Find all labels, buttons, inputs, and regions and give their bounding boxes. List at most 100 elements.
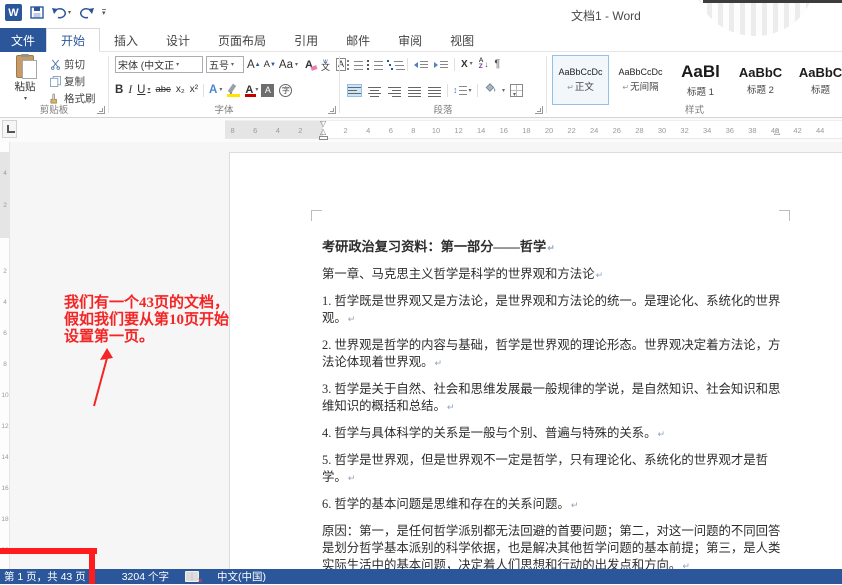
style-item-标题[interactable]: AaBbC标题 [792, 55, 842, 105]
tab-审阅[interactable]: 审阅 [384, 28, 436, 52]
tab-设计[interactable]: 设计 [152, 28, 204, 52]
redo-button[interactable] [79, 7, 94, 19]
character-shading-button[interactable]: A [261, 84, 274, 97]
paragraph[interactable]: 第一章、马克思主义哲学是科学的世界观和方法论↵ [322, 266, 782, 285]
tab-file[interactable]: 文件 [0, 28, 46, 52]
underline-button[interactable]: U [137, 83, 150, 97]
horizontal-ruler[interactable]: ▽ △ △ 8642246810121416182022242628303234… [225, 120, 842, 139]
word-logo-icon[interactable]: W [5, 4, 22, 21]
paragraph[interactable]: 5. 哲学是世界观，但是世界观不一定是哲学，只有理论化、系统化的世界观才是哲学。… [322, 452, 782, 488]
annotation-arrow [86, 348, 118, 410]
borders-button[interactable] [510, 84, 523, 97]
paragraph[interactable]: 1. 哲学既是世界观又是方法论，是世界观和方法论的统一。是理论化、系统化的世界观… [322, 293, 782, 329]
paragraph[interactable]: 2. 世界观是哲学的内容与基础，哲学是世界观的理论形态。世界观决定着方法论，方法… [322, 337, 782, 373]
style-item-无间隔[interactable]: AaBbCcDc↵无间隔 [612, 55, 669, 105]
paragraph-separator [407, 58, 408, 71]
paragraph[interactable]: 3. 哲学是关于自然、社会和思维发展最一般规律的学说，是自然知识、社会知识和思维… [322, 381, 782, 417]
clipboard-dialog-launcher-icon[interactable] [97, 106, 105, 114]
language-status[interactable]: 中文(中国) [217, 569, 266, 584]
paste-clipboard-icon [16, 55, 34, 78]
italic-button[interactable]: I [128, 83, 132, 97]
font-color-button[interactable]: A [245, 84, 256, 97]
font-size-combo[interactable]: 五号 [206, 56, 244, 73]
increase-indent-button[interactable] [434, 59, 448, 70]
highlight-color-button[interactable] [227, 84, 240, 97]
paragraph[interactable]: 原因：第一，是任何哲学派别都无法回避的首要问题；第二，对这一问题的不同回答是划分… [322, 523, 782, 569]
paragraph[interactable]: 4. 哲学与具体科学的关系是一般与个别、普遍与特殊的关系。↵ [322, 425, 782, 444]
multilevel-list-button[interactable] [387, 59, 401, 70]
ruler-number: 24 [588, 126, 600, 135]
bold-button[interactable]: B [115, 83, 123, 97]
customize-qat-button[interactable]: ▾ [102, 9, 106, 16]
tab-开始[interactable]: 开始 [46, 28, 100, 52]
style-preview: AaBbC [739, 65, 782, 80]
decrease-indent-button[interactable] [414, 59, 428, 70]
clear-formatting-button[interactable]: A [305, 59, 313, 71]
word-window: W ▾ ▾ 文档1 - Word 文件 开始插入设计页面布局引用邮件审阅视图 粘 [0, 0, 842, 584]
phonetic-guide-button[interactable]: w文 [321, 60, 330, 70]
subscript-button[interactable]: x₂ [176, 83, 185, 97]
page-number-status[interactable]: 第 1 页，共 43 页 [4, 569, 86, 584]
shading-button[interactable] [483, 81, 505, 99]
v-ruler-number: 14 [0, 454, 10, 461]
tab-视图[interactable]: 视图 [436, 28, 488, 52]
copy-button[interactable]: 复制 [50, 74, 96, 88]
undo-button[interactable]: ▾ [52, 7, 71, 19]
change-case-button[interactable]: Aa [279, 58, 298, 72]
paragraph-dialog-launcher-icon[interactable] [535, 106, 543, 114]
grow-font-button[interactable]: A▲ [247, 58, 261, 72]
align-center-button[interactable] [367, 84, 382, 97]
ruler-number: 28 [633, 126, 645, 135]
paragraph[interactable]: 考研政治复习资料：第一部分——哲学↵ [322, 238, 782, 258]
numbering-button[interactable] [367, 59, 381, 70]
annotation-text: 我们有一个43页的文档，假如我们要从第10页开始设置第一页。 [64, 295, 229, 346]
distribute-button[interactable] [427, 84, 442, 97]
strikethrough-button[interactable]: abc [155, 83, 170, 97]
styles-group-label: 样式 [547, 102, 842, 116]
justify-button[interactable] [407, 84, 422, 97]
shrink-font-button[interactable]: A▼ [264, 58, 276, 72]
v-ruler-number: 4 [0, 299, 10, 306]
tab-页面布局[interactable]: 页面布局 [204, 28, 280, 52]
tab-插入[interactable]: 插入 [100, 28, 152, 52]
tab-邮件[interactable]: 邮件 [332, 28, 384, 52]
font-name-combo[interactable]: 宋体 (中文正 [115, 56, 203, 73]
bullets-button[interactable] [347, 59, 361, 70]
style-name: 标题 [811, 82, 830, 96]
left-indent-marker[interactable] [319, 136, 328, 140]
save-button[interactable] [30, 6, 44, 19]
hanging-indent-marker[interactable]: △ [320, 128, 326, 136]
asian-layout-button[interactable]: X [461, 59, 473, 70]
top-edge-strip [703, 0, 842, 3]
enclose-characters-button[interactable]: 字 [279, 84, 292, 97]
style-item-标题 2[interactable]: AaBbC标题 2 [732, 55, 789, 105]
proofing-status-icon[interactable] [185, 571, 199, 582]
paste-button[interactable]: 粘贴 ▾ [4, 55, 46, 107]
redo-icon [79, 7, 94, 19]
sort-letters: AZ [479, 58, 484, 70]
document-area[interactable]: 422468101214161820 考研政治复习资料：第一部分——哲学↵ 第一章… [0, 142, 842, 569]
cut-label: 剪切 [64, 57, 85, 72]
document-text[interactable]: 考研政治复习资料：第一部分——哲学↵ 第一章、马克思主义哲学是科学的世界观和方法论… [322, 238, 782, 569]
style-item-正文[interactable]: AaBbCcDc↵正文 [552, 55, 609, 105]
text-boundary-mark-left [311, 210, 322, 221]
ruler-number: 32 [679, 126, 691, 135]
font-dialog-launcher-icon[interactable] [328, 106, 336, 114]
text-effects-button[interactable]: A [209, 83, 222, 97]
align-right-button[interactable] [387, 84, 402, 97]
ruler-number: 30 [656, 126, 668, 135]
undo-dropdown-caret-icon[interactable]: ▾ [68, 9, 71, 16]
word-count-status[interactable]: 3204 个字 [122, 569, 169, 584]
superscript-button[interactable]: x² [190, 83, 198, 97]
cut-button[interactable]: 剪切 [50, 57, 96, 71]
align-left-button[interactable] [347, 84, 362, 97]
vertical-ruler[interactable]: 422468101214161820 [0, 142, 10, 569]
tab-引用[interactable]: 引用 [280, 28, 332, 52]
paragraph-mark-icon: ↵ [547, 244, 555, 254]
tab-stop-selector[interactable] [2, 120, 17, 138]
style-item-标题 1[interactable]: AaBl标题 1 [672, 55, 729, 105]
line-spacing-button[interactable]: ↕ [453, 85, 472, 95]
paragraph[interactable]: 6. 哲学的基本问题是思维和存在的关系问题。↵ [322, 496, 782, 515]
show-marks-button[interactable]: ¶ [494, 58, 500, 70]
sort-button[interactable]: AZ ↓ [479, 58, 489, 70]
